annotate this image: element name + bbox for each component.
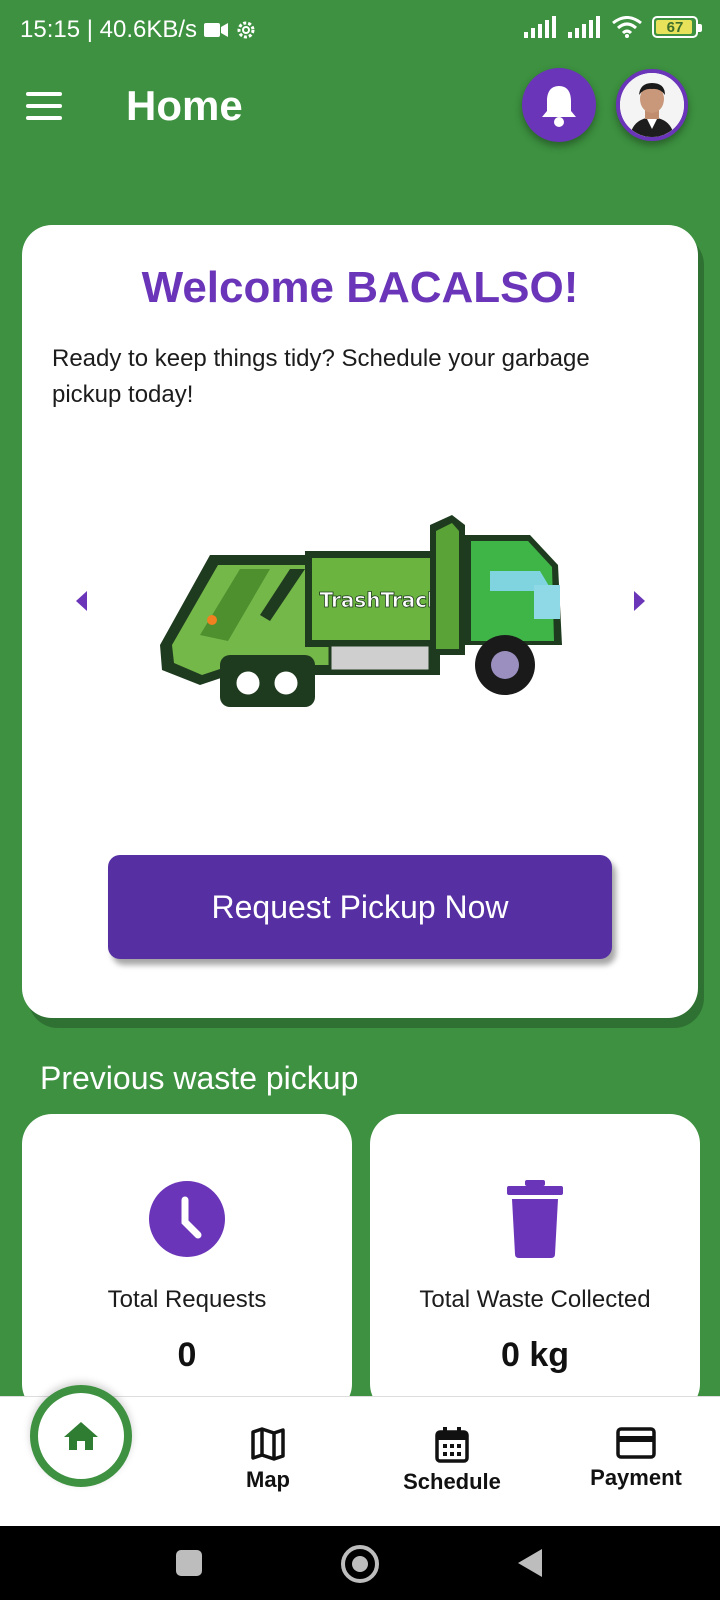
total-requests-value: 0: [177, 1336, 197, 1374]
welcome-message: Ready to keep things tidy? Schedule your…: [52, 345, 590, 408]
nav-home-button[interactable]: [30, 1385, 132, 1487]
nav-item-schedule[interactable]: Schedule: [382, 1427, 522, 1495]
calendar-icon: [435, 1427, 469, 1463]
app-bar: Home: [0, 64, 720, 148]
status-left: 15:15 | 40.6KB/s: [20, 16, 257, 44]
menu-icon[interactable]: [26, 92, 62, 120]
nav-label-map: Map: [246, 1467, 290, 1492]
total-requests-label: Total Requests: [107, 1286, 267, 1313]
welcome-title: Welcome BACALSO!: [141, 263, 579, 312]
request-pickup-button[interactable]: Request Pickup Now: [108, 855, 612, 959]
video-recording-icon: [204, 23, 229, 37]
battery-icon: 67: [652, 16, 702, 38]
truck-brand-text: TrashTrack: [320, 588, 442, 612]
wifi-icon: [612, 16, 642, 38]
profile-photo: [620, 73, 684, 137]
nav-label-payment: Payment: [590, 1465, 682, 1490]
trash-bin-icon: [507, 1180, 563, 1258]
garbage-truck-illustration: TrashTrack: [160, 515, 562, 707]
carousel-next-icon[interactable]: [634, 591, 645, 611]
carousel-prev-icon[interactable]: [76, 591, 87, 611]
battery-level: 67: [666, 18, 684, 36]
total-waste-card: Total Waste Collected 0 kg: [370, 1114, 700, 1414]
total-waste-label: Total Waste Collected: [419, 1286, 651, 1313]
clock-icon: [149, 1181, 225, 1257]
bottom-navigation: Map Schedule Payment: [0, 1385, 720, 1526]
settings-gear-icon: [237, 21, 255, 39]
system-navigation-bar: [0, 1526, 720, 1600]
nav-item-map[interactable]: Map: [198, 1427, 338, 1493]
signal-strength-2-icon: [568, 16, 600, 38]
map-icon: [251, 1427, 285, 1461]
home-system-icon[interactable]: [341, 1545, 379, 1583]
page-title: Home: [126, 82, 243, 129]
section-title-previous-pickup: Previous waste pickup: [40, 1060, 359, 1096]
status-time-speed: 15:15 | 40.6KB/s: [20, 16, 198, 43]
nav-label-schedule: Schedule: [403, 1469, 501, 1494]
nav-item-payment[interactable]: Payment: [566, 1427, 706, 1491]
credit-card-icon: [616, 1427, 656, 1459]
home-icon: [64, 1422, 98, 1450]
welcome-card: Welcome BACALSO! Ready to keep things ti…: [22, 225, 698, 1018]
signal-strength-icon: [524, 16, 556, 38]
back-icon[interactable]: [518, 1549, 542, 1577]
status-bar: 15:15 | 40.6KB/s 67: [0, 0, 720, 58]
recent-apps-icon[interactable]: [176, 1550, 202, 1576]
status-right: 67: [524, 16, 702, 38]
total-requests-card: Total Requests 0: [22, 1114, 352, 1414]
profile-avatar[interactable]: [616, 69, 688, 141]
total-waste-value: 0 kg: [500, 1336, 570, 1374]
bell-icon: [542, 86, 576, 127]
notifications-button[interactable]: [522, 68, 596, 142]
